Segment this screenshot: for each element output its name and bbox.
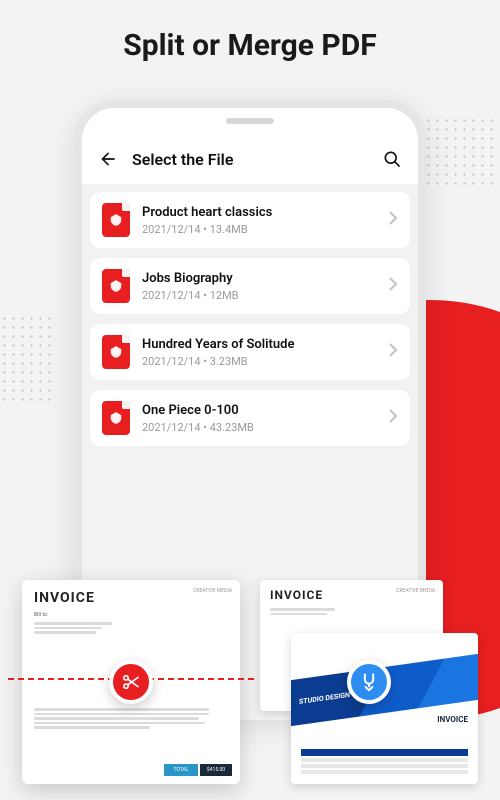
file-list: Product heart classics 2021/12/14 • 13.4… xyxy=(82,184,418,464)
pdf-icon xyxy=(102,335,130,369)
brand-label: CREATIVE MEDIA xyxy=(193,588,232,594)
phone-notch xyxy=(226,118,274,124)
billto-label: Bill to: xyxy=(34,612,228,618)
file-row[interactable]: Product heart classics 2021/12/14 • 13.4… xyxy=(90,192,410,248)
preview-cards: INVOICE CREATIVE MEDIA Bill to: TOTAL xyxy=(22,580,478,784)
arrow-left-icon xyxy=(98,149,118,169)
scissors-icon xyxy=(121,672,141,692)
chevron-right-icon xyxy=(388,408,398,428)
decoration-dots xyxy=(0,314,52,404)
merge-page-front: STUDIO DESIGN INVOICE xyxy=(291,633,478,784)
file-row[interactable]: One Piece 0-100 2021/12/14 • 43.23MB xyxy=(90,390,410,446)
brand-label: CREATIVE MEDIA xyxy=(396,588,435,594)
studio-label: STUDIO DESIGN xyxy=(299,691,350,706)
file-info: Hundred Years of Solitude 2021/12/14 • 3… xyxy=(142,337,376,368)
file-name: Product heart classics xyxy=(142,205,376,220)
search-button[interactable] xyxy=(380,147,404,171)
pdf-icon xyxy=(102,203,130,237)
search-icon xyxy=(382,149,402,169)
back-button[interactable] xyxy=(96,147,120,171)
file-info: Jobs Biography 2021/12/14 • 12MB xyxy=(142,271,376,302)
file-row[interactable]: Jobs Biography 2021/12/14 • 12MB xyxy=(90,258,410,314)
app-header: Select the File xyxy=(82,134,418,184)
chevron-right-icon xyxy=(388,276,398,296)
chevron-right-icon xyxy=(388,342,398,362)
pdf-icon xyxy=(102,269,130,303)
total-value: $415.00 xyxy=(200,764,232,776)
file-info: Product heart classics 2021/12/14 • 13.4… xyxy=(142,205,376,236)
split-preview-card: INVOICE CREATIVE MEDIA Bill to: TOTAL xyxy=(22,580,240,784)
text-lines xyxy=(34,708,228,729)
file-name: Jobs Biography xyxy=(142,271,376,286)
merge-icon xyxy=(359,672,379,692)
invoice-heading-small: INVOICE xyxy=(437,715,468,724)
text-lines xyxy=(34,622,228,634)
file-name: Hundred Years of Solitude xyxy=(142,337,376,352)
total-label: TOTAL xyxy=(164,764,198,776)
split-action-badge[interactable] xyxy=(109,660,153,704)
file-info: One Piece 0-100 2021/12/14 • 43.23MB xyxy=(142,403,376,434)
file-meta: 2021/12/14 • 13.4MB xyxy=(142,223,376,236)
file-meta: 2021/12/14 • 12MB xyxy=(142,289,376,302)
merge-preview-card: INVOICE CREATIVE MEDIA STUDIO DESIGN INV… xyxy=(260,580,478,784)
file-row[interactable]: Hundred Years of Solitude 2021/12/14 • 3… xyxy=(90,324,410,380)
file-meta: 2021/12/14 • 3.23MB xyxy=(142,355,376,368)
pdf-icon xyxy=(102,401,130,435)
chevron-right-icon xyxy=(388,210,398,230)
invoice-table xyxy=(301,749,468,776)
header-title: Select the File xyxy=(132,150,368,169)
merge-action-badge[interactable] xyxy=(347,660,391,704)
text-lines xyxy=(270,608,433,615)
total-bar: TOTAL $415.00 xyxy=(164,764,232,776)
file-name: One Piece 0-100 xyxy=(142,403,376,418)
hero-title: Split or Merge PDF xyxy=(0,0,500,87)
file-meta: 2021/12/14 • 43.23MB xyxy=(142,421,376,434)
